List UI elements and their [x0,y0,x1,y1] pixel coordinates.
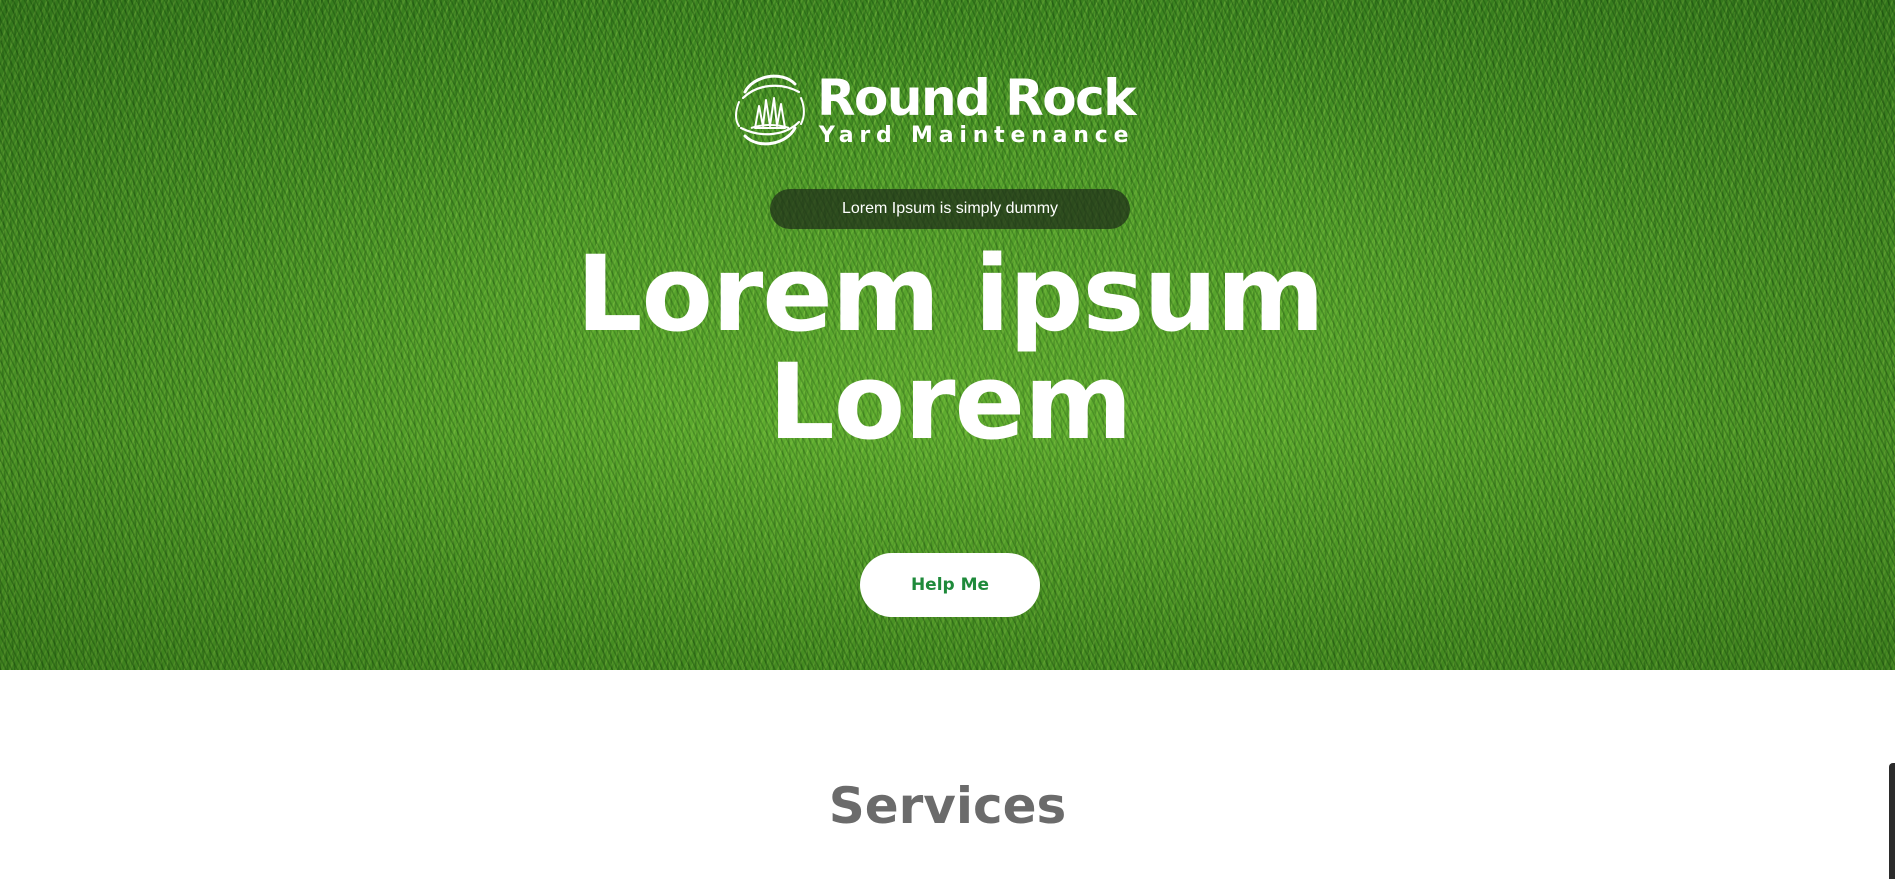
brand-text: Round Rock Yard Maintenance [817,69,1136,148]
grass-circle-logo-icon [735,74,805,146]
hero-banner: Round Rock Yard Maintenance Lorem Ipsum … [0,0,1895,670]
brand-logo[interactable]: Round Rock Yard Maintenance [733,68,1173,152]
help-me-button[interactable]: Help Me [860,553,1040,617]
side-widget-tab[interactable] [1889,763,1895,879]
brand-subtitle: Yard Maintenance [819,123,1135,148]
hero-headline-line2: Lorem [768,341,1133,463]
hero-headline-line1: Lorem ipsum [576,233,1325,355]
services-heading: Services [828,777,1067,835]
hero-tagline-text: Lorem Ipsum is simply dummy [841,200,1059,217]
brand-title: Round Rock [817,69,1136,127]
hero-tagline-badge: Lorem Ipsum is simply dummy [770,189,1130,229]
hero-headline: Lorem ipsum Lorem [560,240,1340,456]
